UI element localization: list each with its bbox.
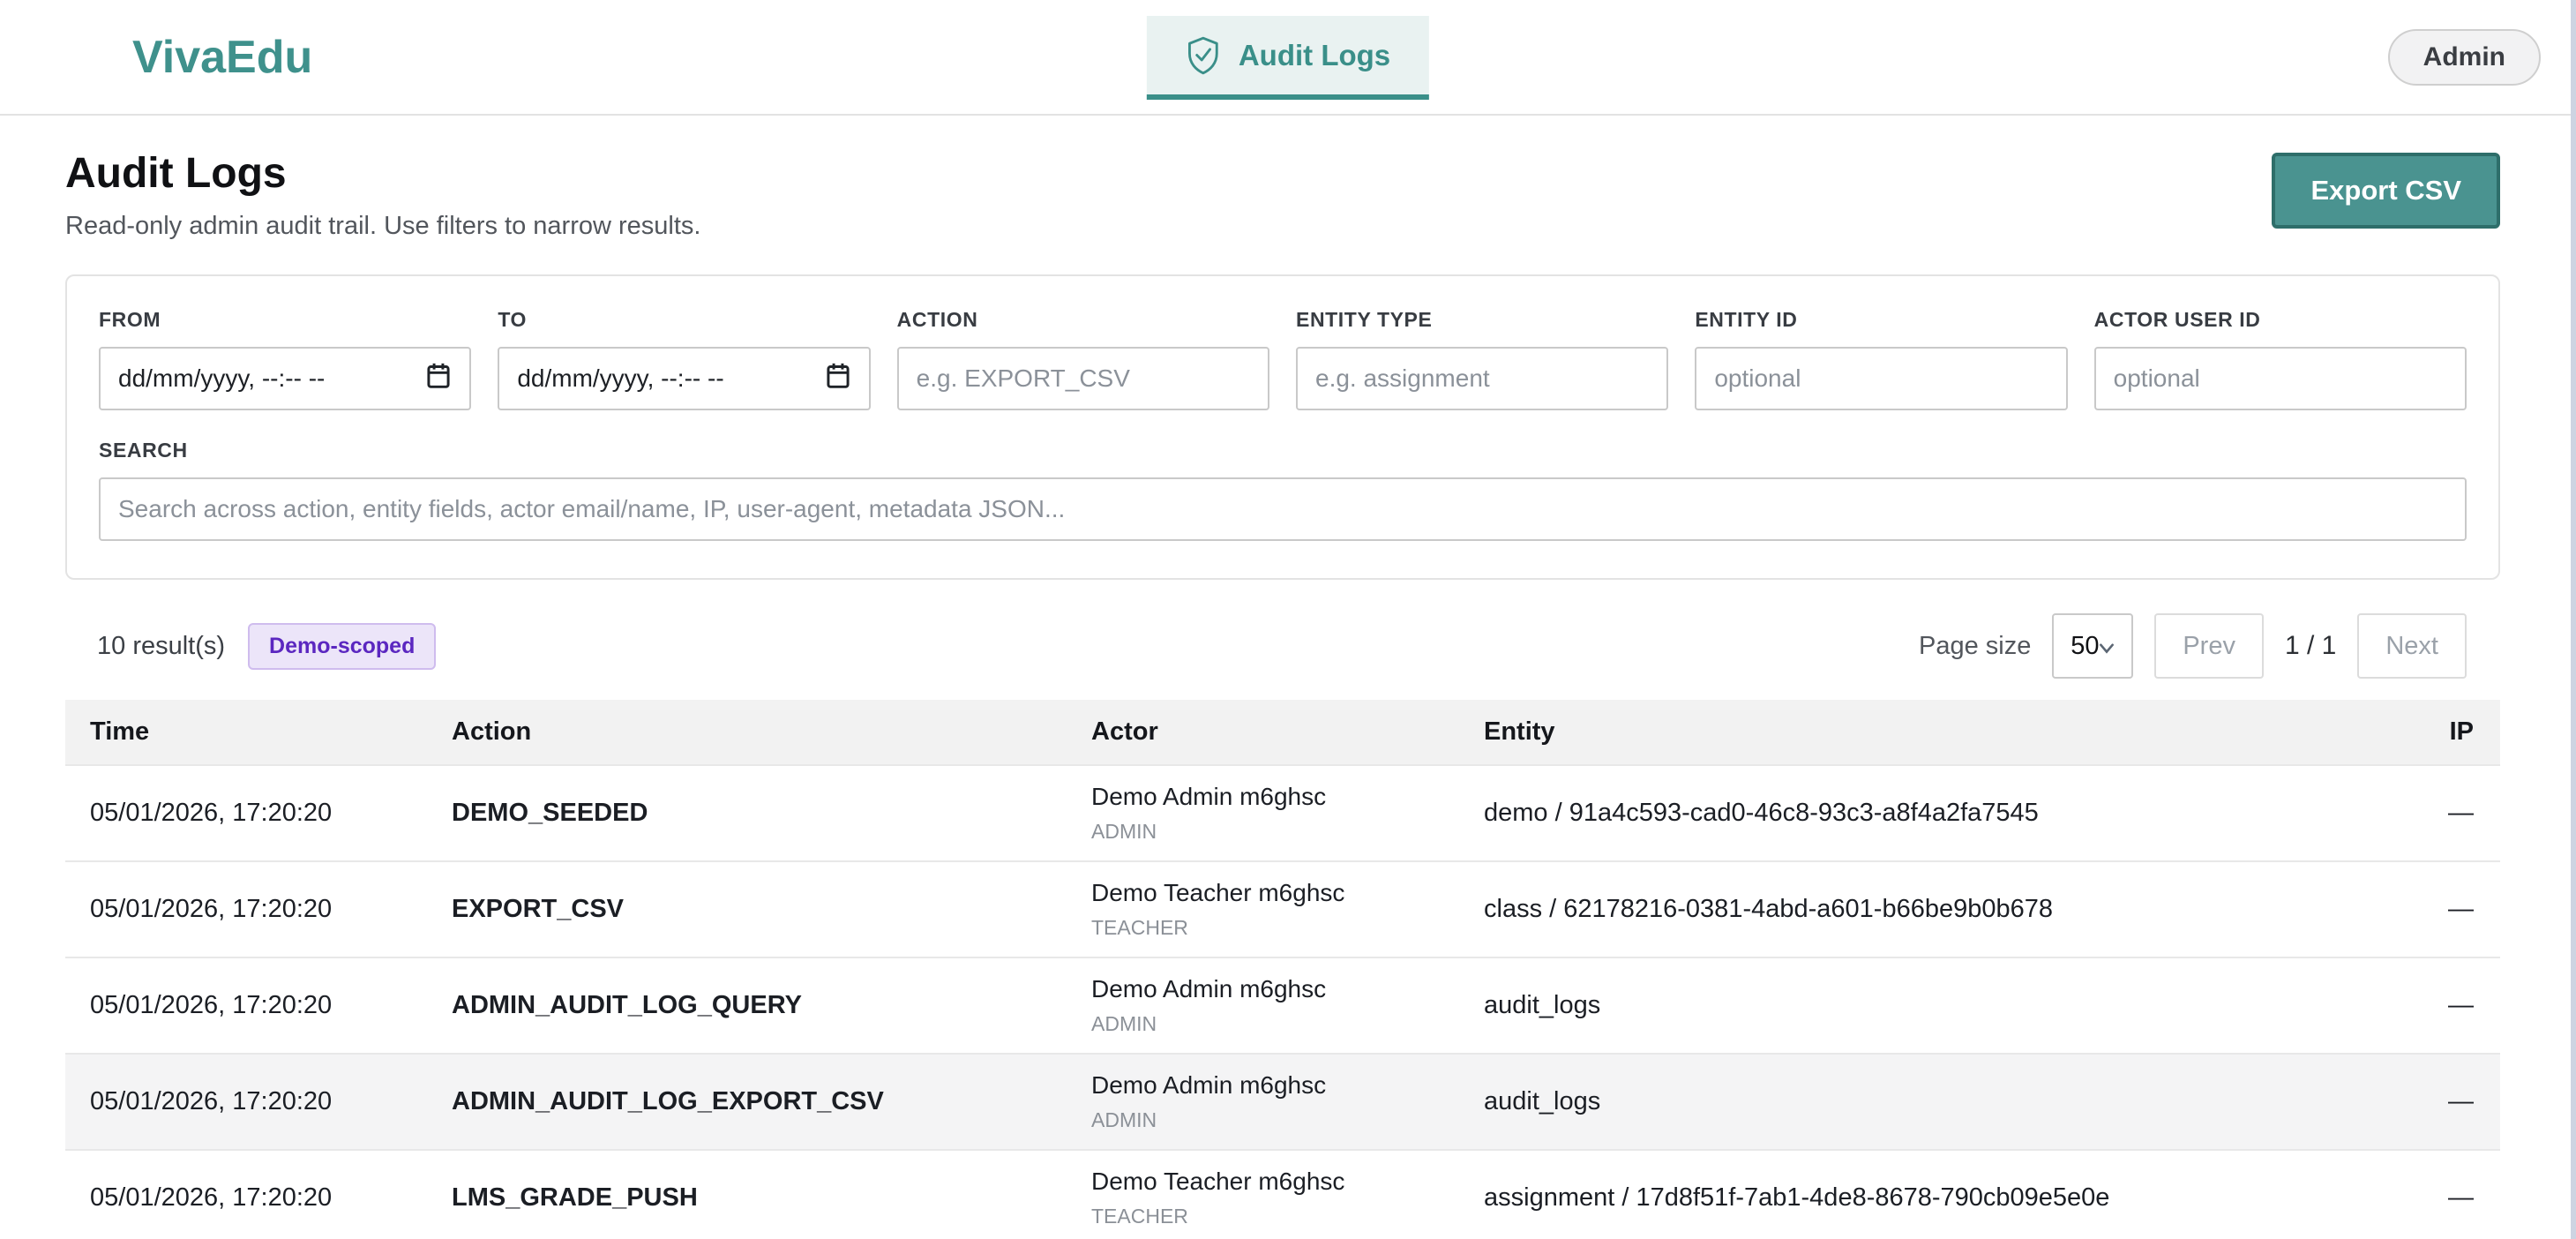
cell-action: LMS_GRADE_PUSH — [452, 1150, 1091, 1239]
actor-user-id-input[interactable] — [2094, 347, 2467, 410]
cell-action: DEMO_SEEDED — [452, 765, 1091, 861]
cell-ip: — — [2341, 957, 2500, 1054]
page-indicator: 1 / 1 — [2285, 631, 2336, 661]
cell-entity: demo / 91a4c593-cad0-46c8-93c3-a8f4a2fa7… — [1484, 765, 2341, 861]
column-header-action: Action — [452, 700, 1091, 765]
search-label: SEARCH — [99, 439, 2467, 462]
table-header-row: Time Action Actor Entity IP — [65, 700, 2500, 765]
filters-panel: FROM dd/mm/yyyy, --:-- -- TO — [65, 274, 2500, 580]
filter-field-entity-type: ENTITY TYPE — [1296, 308, 1668, 410]
actor-name: Demo Teacher m6ghsc — [1091, 1168, 1484, 1196]
cell-time: 05/01/2026, 17:20:20 — [65, 957, 452, 1054]
page-size-select[interactable]: 50 — [2052, 613, 2133, 679]
actor-role: TEACHER — [1091, 1205, 1484, 1228]
cell-time: 05/01/2026, 17:20:20 — [65, 765, 452, 861]
table-row[interactable]: 05/01/2026, 17:20:20 ADMIN_AUDIT_LOG_QUE… — [65, 957, 2500, 1054]
entity-type-input[interactable] — [1296, 347, 1668, 410]
top-header: VivaEdu Audit Logs Admin — [0, 0, 2576, 116]
entity-id-label: ENTITY ID — [1695, 308, 2067, 332]
actor-name: Demo Admin m6ghsc — [1091, 975, 1484, 1003]
demo-scoped-badge: Demo-scoped — [248, 623, 436, 670]
search-input[interactable] — [99, 477, 2467, 541]
chevron-down-icon — [2100, 632, 2115, 661]
column-header-time: Time — [65, 700, 452, 765]
prev-page-button[interactable]: Prev — [2154, 613, 2264, 679]
column-header-ip: IP — [2341, 700, 2500, 765]
actor-name: Demo Admin m6ghsc — [1091, 1071, 1484, 1100]
action-input[interactable] — [897, 347, 1269, 410]
action-label: ACTION — [897, 308, 1269, 332]
results-bar: 10 result(s) Demo-scoped Page size 50 Pr… — [65, 613, 2500, 679]
calendar-icon[interactable] — [825, 362, 851, 396]
entity-id-input[interactable] — [1695, 347, 2067, 410]
page-size-label: Page size — [1919, 632, 2031, 661]
tab-audit-logs-label: Audit Logs — [1239, 39, 1390, 72]
actor-role: ADMIN — [1091, 820, 1484, 844]
filter-field-to: TO dd/mm/yyyy, --:-- -- — [498, 308, 870, 410]
from-label: FROM — [99, 308, 471, 332]
cell-entity: assignment / 17d8f51f-7ab1-4de8-8678-790… — [1484, 1150, 2341, 1239]
to-datetime-input[interactable]: dd/mm/yyyy, --:-- -- — [498, 347, 870, 410]
from-datetime-input[interactable]: dd/mm/yyyy, --:-- -- — [99, 347, 471, 410]
column-header-entity: Entity — [1484, 700, 2341, 765]
cell-actor: Demo Admin m6ghsc ADMIN — [1091, 957, 1484, 1054]
entity-type-label: ENTITY TYPE — [1296, 308, 1668, 332]
cell-actor: Demo Admin m6ghsc ADMIN — [1091, 765, 1484, 861]
cell-entity: audit_logs — [1484, 1054, 2341, 1150]
audit-log-table: Time Action Actor Entity IP 05/01/2026, … — [65, 700, 2500, 1239]
filter-field-action: ACTION — [897, 308, 1269, 410]
from-datetime-value: dd/mm/yyyy, --:-- -- — [118, 364, 325, 393]
cell-action: ADMIN_AUDIT_LOG_QUERY — [452, 957, 1091, 1054]
calendar-icon[interactable] — [425, 362, 452, 396]
cell-ip: — — [2341, 1150, 2500, 1239]
main-content: Audit Logs Read-only admin audit trail. … — [65, 149, 2500, 1239]
table-row[interactable]: 05/01/2026, 17:20:20 ADMIN_AUDIT_LOG_EXP… — [65, 1054, 2500, 1150]
cell-actor: Demo Teacher m6ghsc TEACHER — [1091, 861, 1484, 957]
to-datetime-value: dd/mm/yyyy, --:-- -- — [517, 364, 723, 393]
next-page-button[interactable]: Next — [2357, 613, 2467, 679]
tab-audit-logs[interactable]: Audit Logs — [1147, 16, 1429, 100]
column-header-actor: Actor — [1091, 700, 1484, 765]
page-title: Audit Logs — [65, 149, 700, 198]
cell-actor: Demo Teacher m6ghsc TEACHER — [1091, 1150, 1484, 1239]
app-logo: VivaEdu — [132, 31, 312, 84]
filter-field-from: FROM dd/mm/yyyy, --:-- -- — [99, 308, 471, 410]
cell-time: 05/01/2026, 17:20:20 — [65, 1150, 452, 1239]
to-label: TO — [498, 308, 870, 332]
actor-name: Demo Teacher m6ghsc — [1091, 879, 1484, 907]
cell-action: ADMIN_AUDIT_LOG_EXPORT_CSV — [452, 1054, 1091, 1150]
cell-entity: class / 62178216-0381-4abd-a601-b66be9b0… — [1484, 861, 2341, 957]
table-row[interactable]: 05/01/2026, 17:20:20 LMS_GRADE_PUSH Demo… — [65, 1150, 2500, 1239]
table-row[interactable]: 05/01/2026, 17:20:20 DEMO_SEEDED Demo Ad… — [65, 765, 2500, 861]
filter-field-search: SEARCH — [99, 439, 2467, 541]
cell-actor: Demo Admin m6ghsc ADMIN — [1091, 1054, 1484, 1150]
role-badge[interactable]: Admin — [2388, 29, 2541, 86]
cell-entity: audit_logs — [1484, 957, 2341, 1054]
shield-check-icon — [1186, 36, 1221, 75]
actor-name: Demo Admin m6ghsc — [1091, 783, 1484, 811]
vertical-scrollbar[interactable] — [2571, 0, 2576, 1239]
page-size-value: 50 — [2071, 632, 2099, 661]
table-row[interactable]: 05/01/2026, 17:20:20 EXPORT_CSV Demo Tea… — [65, 861, 2500, 957]
pagination-controls: Page size 50 Prev 1 / 1 Next — [1919, 613, 2467, 679]
export-csv-button[interactable]: Export CSV — [2272, 153, 2500, 229]
audit-table-body: 05/01/2026, 17:20:20 DEMO_SEEDED Demo Ad… — [65, 765, 2500, 1239]
filter-field-entity-id: ENTITY ID — [1695, 308, 2067, 410]
cell-ip: — — [2341, 861, 2500, 957]
cell-ip: — — [2341, 765, 2500, 861]
result-count: 10 result(s) — [97, 632, 225, 661]
actor-role: ADMIN — [1091, 1012, 1484, 1036]
filter-field-actor-user-id: ACTOR USER ID — [2094, 308, 2467, 410]
cell-time: 05/01/2026, 17:20:20 — [65, 1054, 452, 1150]
cell-time: 05/01/2026, 17:20:20 — [65, 861, 452, 957]
actor-role: ADMIN — [1091, 1108, 1484, 1132]
actor-role: TEACHER — [1091, 916, 1484, 940]
actor-user-id-label: ACTOR USER ID — [2094, 308, 2467, 332]
page-subtitle: Read-only admin audit trail. Use filters… — [65, 212, 700, 241]
cell-action: EXPORT_CSV — [452, 861, 1091, 957]
cell-ip: — — [2341, 1054, 2500, 1150]
